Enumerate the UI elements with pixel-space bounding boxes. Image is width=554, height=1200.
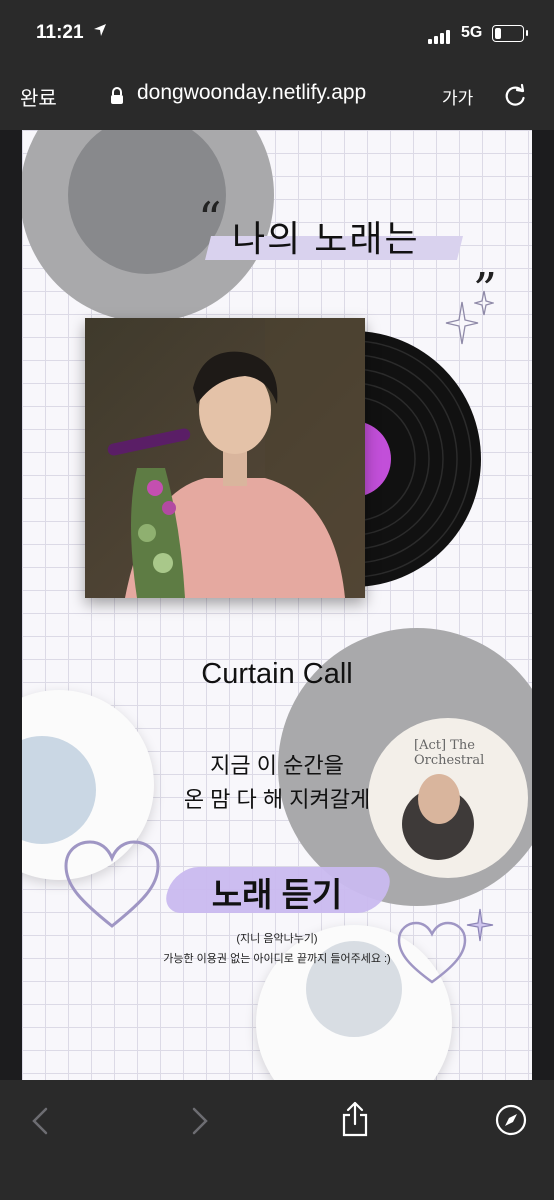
lyric-line: 지금 이 순간을	[210, 753, 344, 778]
network-type: 5G	[461, 24, 483, 41]
lyric-line: 온 맘 다 해 지켜갈게	[183, 787, 371, 812]
sparkle-icon	[474, 290, 494, 316]
close-quote: „	[474, 234, 498, 288]
done-button[interactable]: 완료	[20, 82, 57, 111]
web-page: “ 나의 노래는 „ [Act] The Orchestral Curtain …	[22, 130, 532, 1080]
text-size-button[interactable]: 가가	[442, 84, 473, 109]
note-text: 가능한 이용권 없는 아이디로 끝까지 들어주세요 :)	[163, 953, 391, 965]
share-icon[interactable]	[340, 1100, 370, 1138]
status-bar: 11:21 5G	[0, 0, 554, 60]
url-field[interactable]: dongwoonday.netlify.app	[137, 81, 366, 105]
browser-address-bar: 완료 dongwoonday.netlify.app 가가	[0, 60, 554, 130]
lock-icon	[111, 87, 123, 104]
reload-icon[interactable]	[503, 82, 527, 108]
signal-icon	[428, 26, 452, 44]
browser-toolbar	[0, 1080, 554, 1200]
song-title: Curtain Call	[201, 658, 353, 690]
location-arrow-icon	[94, 24, 106, 36]
album-cover-image	[85, 318, 365, 598]
status-time: 11:21	[36, 22, 84, 43]
page-title: 나의 노래는	[232, 218, 420, 259]
back-icon[interactable]	[30, 1106, 50, 1136]
compass-icon[interactable]	[495, 1104, 527, 1136]
note-text: (지니 음악나누기)	[236, 933, 318, 945]
forward-icon[interactable]	[190, 1106, 210, 1136]
listen-button[interactable]: 노래 듣기	[22, 868, 532, 916]
battery-icon	[492, 25, 528, 42]
